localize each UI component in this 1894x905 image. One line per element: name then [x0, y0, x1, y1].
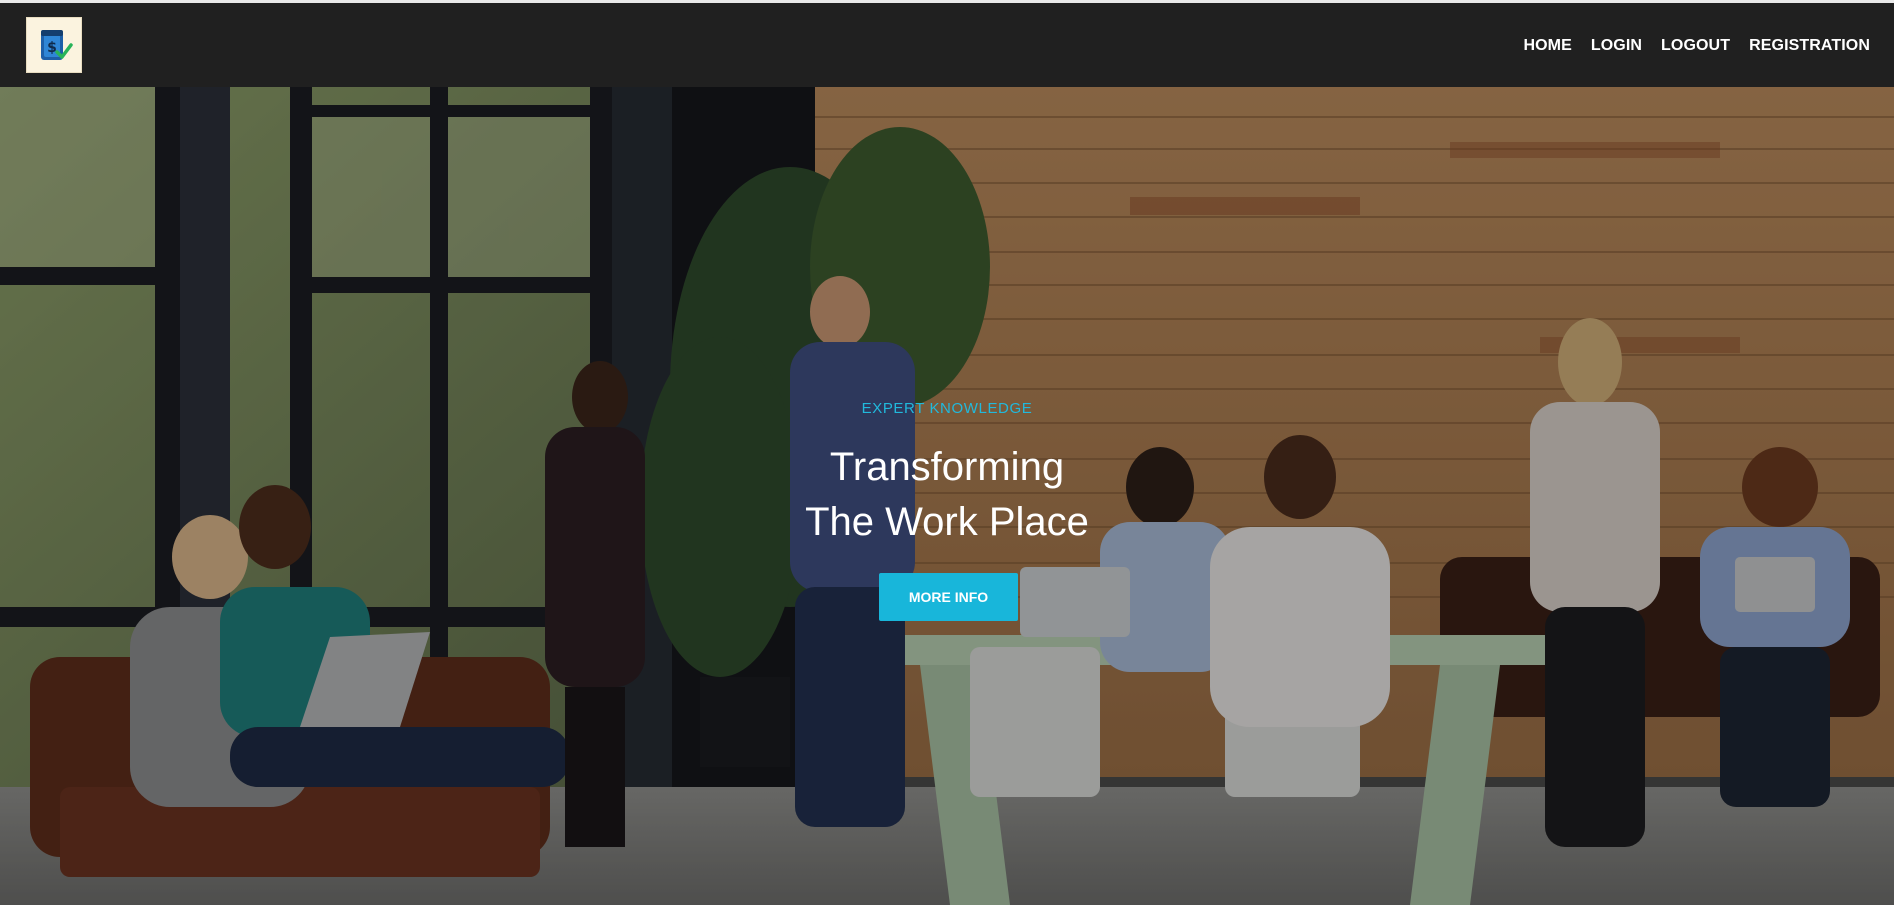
hero-headline-line-2: The Work Place [805, 500, 1089, 544]
navbar: $ HOME LOGIN LOGOUT REGISTRATION [0, 3, 1894, 87]
nav-home-link[interactable]: HOME [1523, 37, 1571, 55]
more-info-button[interactable]: MORE INFO [879, 573, 1018, 621]
dollar-document-check-icon: $ [41, 30, 73, 60]
hero-headline: Transforming The Work Place [0, 440, 1894, 550]
hero-eyebrow: EXPERT KNOWLEDGE [861, 400, 1033, 417]
hero-section: EXPERT KNOWLEDGE Transforming The Work P… [0, 87, 1894, 905]
nav-logout-link[interactable]: LOGOUT [1661, 37, 1730, 55]
main-nav: HOME LOGIN LOGOUT REGISTRATION [1523, 37, 1870, 55]
hero-content: EXPERT KNOWLEDGE Transforming The Work P… [0, 87, 1894, 905]
nav-registration-link[interactable]: REGISTRATION [1749, 37, 1870, 55]
hero-headline-line-1: Transforming [829, 445, 1065, 489]
site-logo[interactable]: $ [26, 17, 82, 73]
nav-login-link[interactable]: LOGIN [1591, 37, 1642, 55]
svg-text:$: $ [47, 40, 57, 56]
